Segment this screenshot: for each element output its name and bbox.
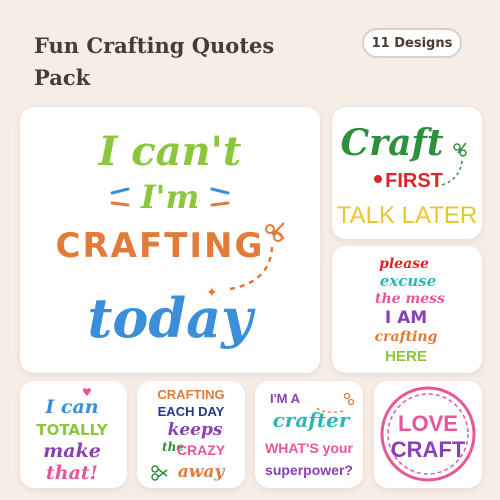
design-text: please xyxy=(379,256,429,272)
design-text: WHAT'S your xyxy=(265,440,353,456)
design-preview: I'M A crafter WHAT'S your superpower? xyxy=(265,391,355,478)
design-text: TOTALLY xyxy=(36,421,108,439)
design-text: make xyxy=(43,440,101,462)
design-text: that! xyxy=(46,462,98,484)
design-text: away xyxy=(178,462,226,482)
design-preview: Craft FIRST TALK LATER xyxy=(337,122,477,229)
design-text: Craft xyxy=(340,122,443,164)
design-text: CRAFT xyxy=(391,437,466,462)
design-text: the mess xyxy=(375,291,445,307)
design-card-i-cant-im-crafting-today[interactable]: I can't I'm CRAFTING ✦ today xyxy=(20,107,320,373)
design-text: CRAFTING xyxy=(56,226,265,266)
scissors-icon xyxy=(265,222,285,242)
design-text: I'M A xyxy=(270,391,301,406)
design-text: EACH DAY xyxy=(158,404,225,419)
design-text: crafter xyxy=(273,408,351,432)
design-card-love-craft[interactable]: LOVE CRAFT xyxy=(374,381,482,488)
design-preview: I can't I'm CRAFTING ✦ today xyxy=(56,128,285,350)
design-text: CRAFTING xyxy=(157,387,224,402)
design-card-im-a-crafter-superpower[interactable]: I'M A crafter WHAT'S your superpower? xyxy=(255,381,363,488)
design-text: I can xyxy=(44,396,98,418)
design-text: HERE xyxy=(385,348,427,365)
design-card-crafting-each-day[interactable]: CRAFTING EACH DAY keeps the CRAZY away xyxy=(137,381,245,488)
designs-count-badge[interactable]: 11 Designs xyxy=(362,28,462,58)
scissors-icon xyxy=(151,465,168,481)
design-text: keeps xyxy=(168,420,223,440)
design-text: crafting xyxy=(375,329,438,345)
design-text: superpower? xyxy=(265,462,353,478)
design-text: today xyxy=(87,286,256,350)
design-preview: ♥ I can TOTALLY make that! xyxy=(36,386,108,484)
page-title: Fun Crafting Quotes Pack xyxy=(34,33,275,90)
design-text: excuse xyxy=(380,272,437,290)
design-card-please-excuse-the-mess[interactable]: please excuse the mess I AM crafting HER… xyxy=(332,246,482,373)
button-icon xyxy=(374,175,382,183)
design-text: I'm xyxy=(140,178,200,216)
design-preview: CRAFTING EACH DAY keeps the CRAZY away xyxy=(151,387,226,482)
design-card-i-can-totally-make-that[interactable]: ♥ I can TOTALLY make that! xyxy=(20,381,127,488)
design-text: I AM xyxy=(385,308,427,328)
design-card-craft-first-talk-later[interactable]: Craft FIRST TALK LATER xyxy=(332,107,482,239)
design-text: CRAZY xyxy=(177,442,226,458)
scissors-icon xyxy=(441,142,467,186)
design-text: TALK LATER xyxy=(337,202,477,229)
design-preview: please excuse the mess I AM crafting HER… xyxy=(375,256,445,365)
design-text: FIRST xyxy=(385,170,443,192)
design-text: LOVE xyxy=(398,411,458,436)
design-preview: LOVE CRAFT xyxy=(380,386,476,482)
design-text: I can't xyxy=(98,128,242,175)
